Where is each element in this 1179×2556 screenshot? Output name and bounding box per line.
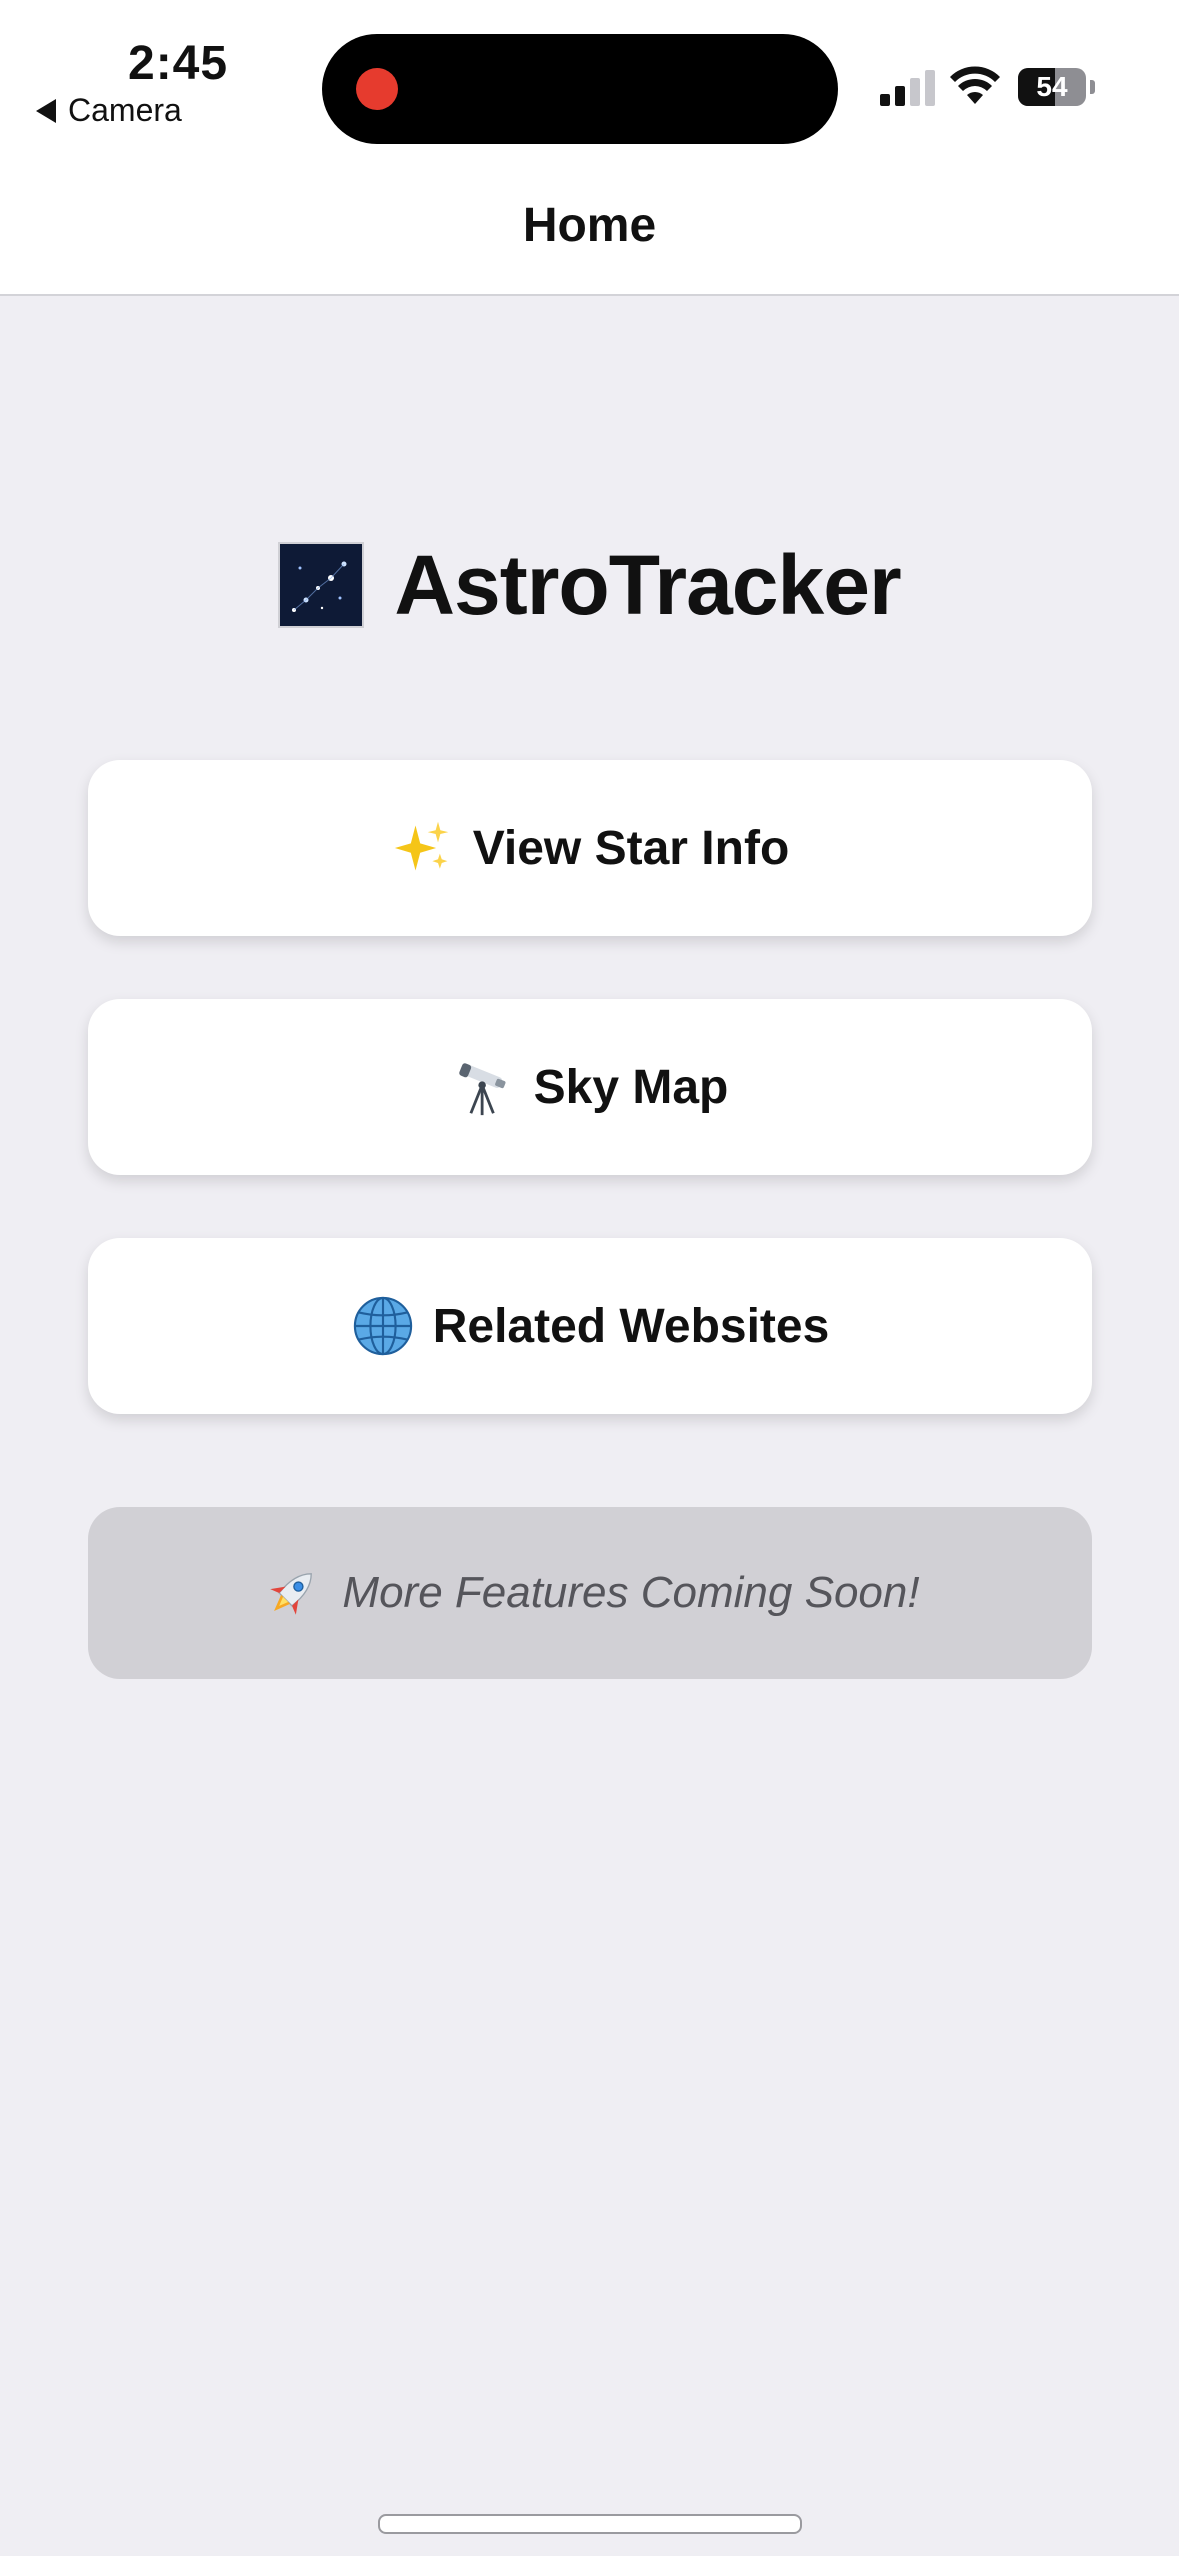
page-title: Home bbox=[522, 199, 657, 252]
sky-map-label: Sky Map bbox=[533, 1060, 729, 1114]
navigation-bar: Home bbox=[0, 165, 1179, 296]
wifi-icon bbox=[950, 66, 1000, 104]
view-star-info-button[interactable]: View Star Info bbox=[88, 760, 1092, 936]
app-header: AstroTracker bbox=[0, 535, 1179, 635]
globe-icon bbox=[351, 1294, 415, 1358]
status-bar: 2:45 Camera 54 bbox=[0, 0, 1179, 165]
sparkles-icon bbox=[391, 816, 455, 880]
home-indicator[interactable] bbox=[378, 2514, 802, 2534]
night-sky-icon bbox=[278, 542, 365, 628]
dynamic-island bbox=[322, 34, 838, 144]
view-star-info-label: View Star Info bbox=[472, 821, 790, 875]
rocket-icon bbox=[260, 1561, 324, 1625]
back-arrow-icon bbox=[36, 98, 56, 123]
battery-icon: 54 bbox=[1018, 68, 1086, 106]
coming-soon-label: More Features Coming Soon! bbox=[342, 1568, 920, 1617]
battery-percentage: 54 bbox=[1036, 71, 1068, 102]
recording-indicator-icon bbox=[356, 68, 398, 110]
related-websites-label: Related Websites bbox=[432, 1299, 830, 1353]
battery-cap bbox=[1090, 80, 1095, 94]
sky-map-button[interactable]: Sky Map bbox=[88, 999, 1092, 1175]
coming-soon-banner: More Features Coming Soon! bbox=[88, 1507, 1092, 1679]
related-websites-button[interactable]: Related Websites bbox=[88, 1238, 1092, 1414]
back-link-label: Camera bbox=[68, 92, 182, 128]
signal-icon bbox=[880, 70, 938, 106]
telescope-icon bbox=[452, 1055, 516, 1119]
back-to-camera-link[interactable]: Camera bbox=[36, 92, 182, 129]
app-title: AstroTracker bbox=[394, 537, 901, 632]
status-time: 2:45 bbox=[128, 37, 229, 90]
